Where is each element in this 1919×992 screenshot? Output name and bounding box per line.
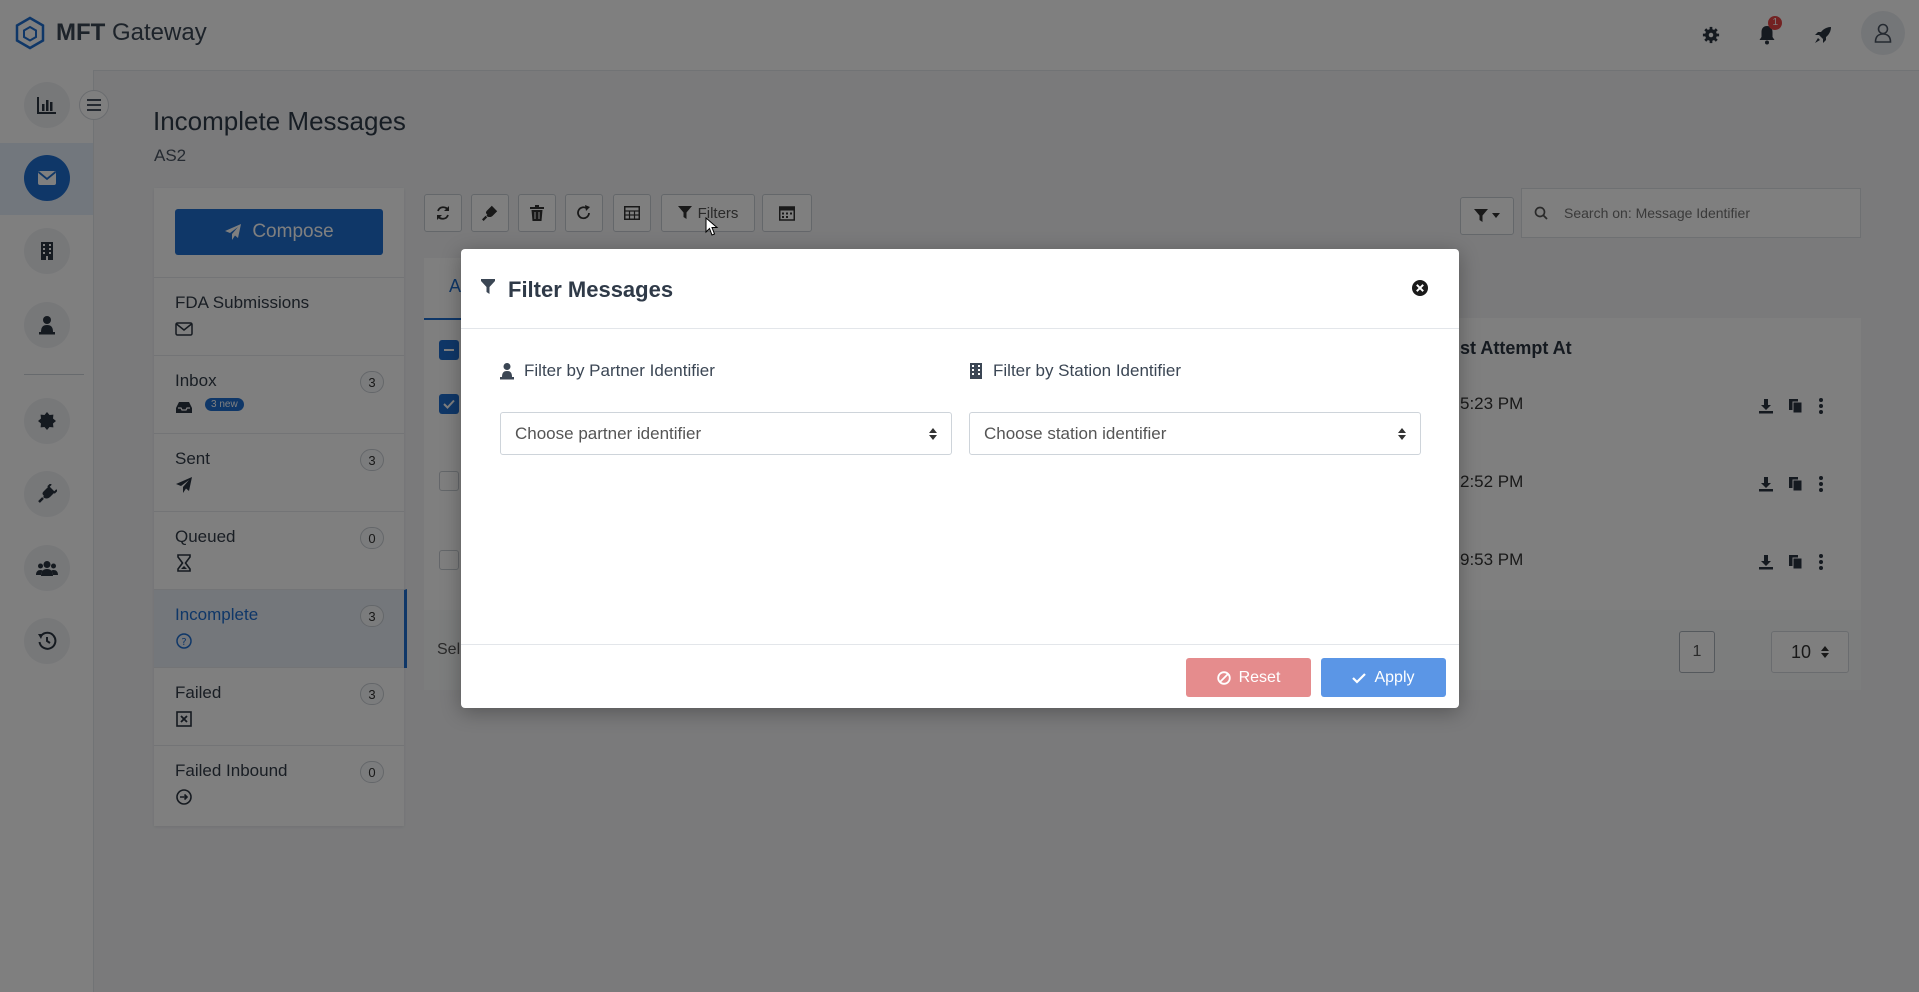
- station-identifier-select[interactable]: Choose station identifier: [969, 412, 1421, 455]
- user-icon: [500, 363, 514, 380]
- close-icon[interactable]: [1411, 279, 1429, 297]
- reset-button[interactable]: Reset: [1186, 658, 1311, 697]
- sort-arrows-icon: [1398, 427, 1406, 440]
- check-icon: [1352, 672, 1367, 684]
- partner-filter-label-row: Filter by Partner Identifier: [500, 361, 715, 381]
- funnel-icon: [481, 279, 495, 294]
- ban-icon: [1216, 670, 1231, 685]
- apply-label: Apply: [1374, 668, 1415, 686]
- building-icon: [970, 363, 982, 379]
- mouse-cursor-icon: [705, 217, 719, 236]
- modal-header: Filter Messages: [461, 249, 1459, 329]
- partner-filter-label: Filter by Partner Identifier: [524, 361, 715, 380]
- modal-footer-divider: [461, 644, 1459, 645]
- station-select-placeholder: Choose station identifier: [984, 423, 1167, 443]
- partner-select-placeholder: Choose partner identifier: [515, 423, 702, 443]
- filter-messages-modal: Filter Messages Filter by Partner Identi…: [461, 249, 1459, 708]
- reset-label: Reset: [1238, 668, 1281, 686]
- station-filter-label-row: Filter by Station Identifier: [969, 361, 1181, 381]
- partner-identifier-select[interactable]: Choose partner identifier: [500, 412, 952, 455]
- modal-title: Filter Messages: [508, 277, 674, 302]
- apply-button[interactable]: Apply: [1321, 658, 1446, 697]
- station-filter-label: Filter by Station Identifier: [993, 361, 1182, 380]
- sort-arrows-icon: [929, 427, 937, 440]
